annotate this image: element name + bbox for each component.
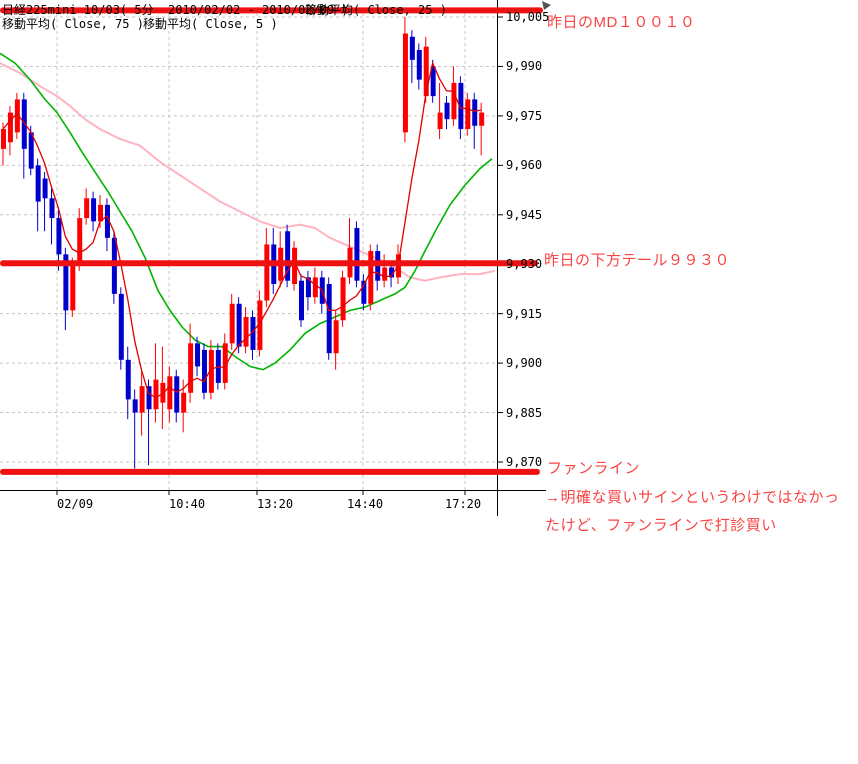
y-axis-label: 9,870: [506, 455, 542, 469]
ma5-line: [3, 63, 481, 397]
candle-body: [216, 350, 221, 383]
legend-ma75: 移動平均( Close, 75 ): [2, 15, 144, 32]
candle-body: [84, 198, 89, 218]
candle-body: [91, 198, 96, 221]
candle-body: [417, 50, 422, 80]
y-axis-label: 9,915: [506, 307, 542, 321]
candle-body: [43, 179, 48, 199]
candle-body: [126, 360, 131, 400]
annotation-fan-line: ファンライン: [547, 457, 640, 478]
y-axis-label: 9,945: [506, 208, 542, 222]
candle-body: [167, 376, 172, 409]
candle-body: [56, 218, 61, 254]
candle-body: [465, 99, 470, 129]
candle-body: [181, 393, 186, 413]
y-axis-label: 9,975: [506, 109, 542, 123]
candle-body: [153, 380, 158, 410]
candle-body: [244, 317, 249, 347]
candle-body: [424, 47, 429, 96]
x-axis-label: 02/09: [57, 497, 93, 511]
candle-body: [50, 198, 55, 218]
candle-body: [188, 343, 193, 392]
candle-body: [410, 37, 415, 60]
candle-body: [174, 376, 179, 412]
candle-body: [334, 320, 339, 353]
candle-body: [230, 304, 235, 344]
y-axis-label: 10,005: [506, 10, 549, 24]
candle-body: [237, 304, 242, 347]
candle-body: [36, 165, 41, 201]
annotation-yesterday-md: 昨日のMD１００１０: [547, 11, 695, 32]
candle-body: [264, 244, 269, 300]
candle-body: [451, 83, 456, 119]
annotation-note-1: →明確な買いサインというわけではなかっ: [545, 486, 840, 507]
candle-body: [140, 386, 145, 412]
candle-body: [341, 277, 346, 320]
candle-body: [368, 251, 373, 304]
y-axis-label: 9,960: [506, 158, 542, 172]
ma25-line: [0, 63, 495, 281]
line-end-handle-icon[interactable]: [542, 1, 551, 10]
annotation-yesterday-tail: 昨日の下方テール９９３０: [544, 249, 730, 270]
candle-body: [472, 99, 477, 125]
candle-body: [479, 113, 484, 126]
candle-body: [133, 399, 138, 412]
candle-body: [313, 277, 318, 297]
y-axis-label: 9,990: [506, 59, 542, 73]
x-axis-label: 14:40: [347, 497, 383, 511]
candle-body: [70, 264, 75, 310]
candle-body: [8, 113, 13, 143]
candle-body: [119, 294, 124, 360]
candle-body: [382, 268, 387, 281]
candle-body: [354, 228, 359, 281]
y-axis-label: 9,930: [506, 257, 542, 271]
candle-body: [403, 33, 408, 132]
annotation-note-2: たけど、ファンラインで打診買い: [545, 514, 777, 535]
candle-body: [438, 113, 443, 129]
y-axis-label: 9,885: [506, 406, 542, 420]
legend-ma5: 移動平均( Close, 5 ): [143, 15, 278, 32]
candle-body: [202, 350, 207, 393]
y-axis-label: 9,900: [506, 356, 542, 370]
price-chart[interactable]: [0, 0, 858, 600]
chart-window: 日経225mini 10/03( 5分 2010/02/02 - 2010/02…: [0, 0, 858, 764]
candle-body: [77, 218, 82, 264]
x-axis-label: 13:20: [257, 497, 293, 511]
x-axis-label: 17:20: [445, 497, 481, 511]
candle-body: [1, 129, 6, 149]
x-axis-label: 10:40: [169, 497, 205, 511]
legend-ma25: 移動平均( Close, 25 ): [305, 1, 447, 18]
candle-body: [445, 103, 450, 119]
candle-body: [299, 281, 304, 321]
candle-body: [195, 343, 200, 366]
candle-body: [327, 284, 332, 353]
